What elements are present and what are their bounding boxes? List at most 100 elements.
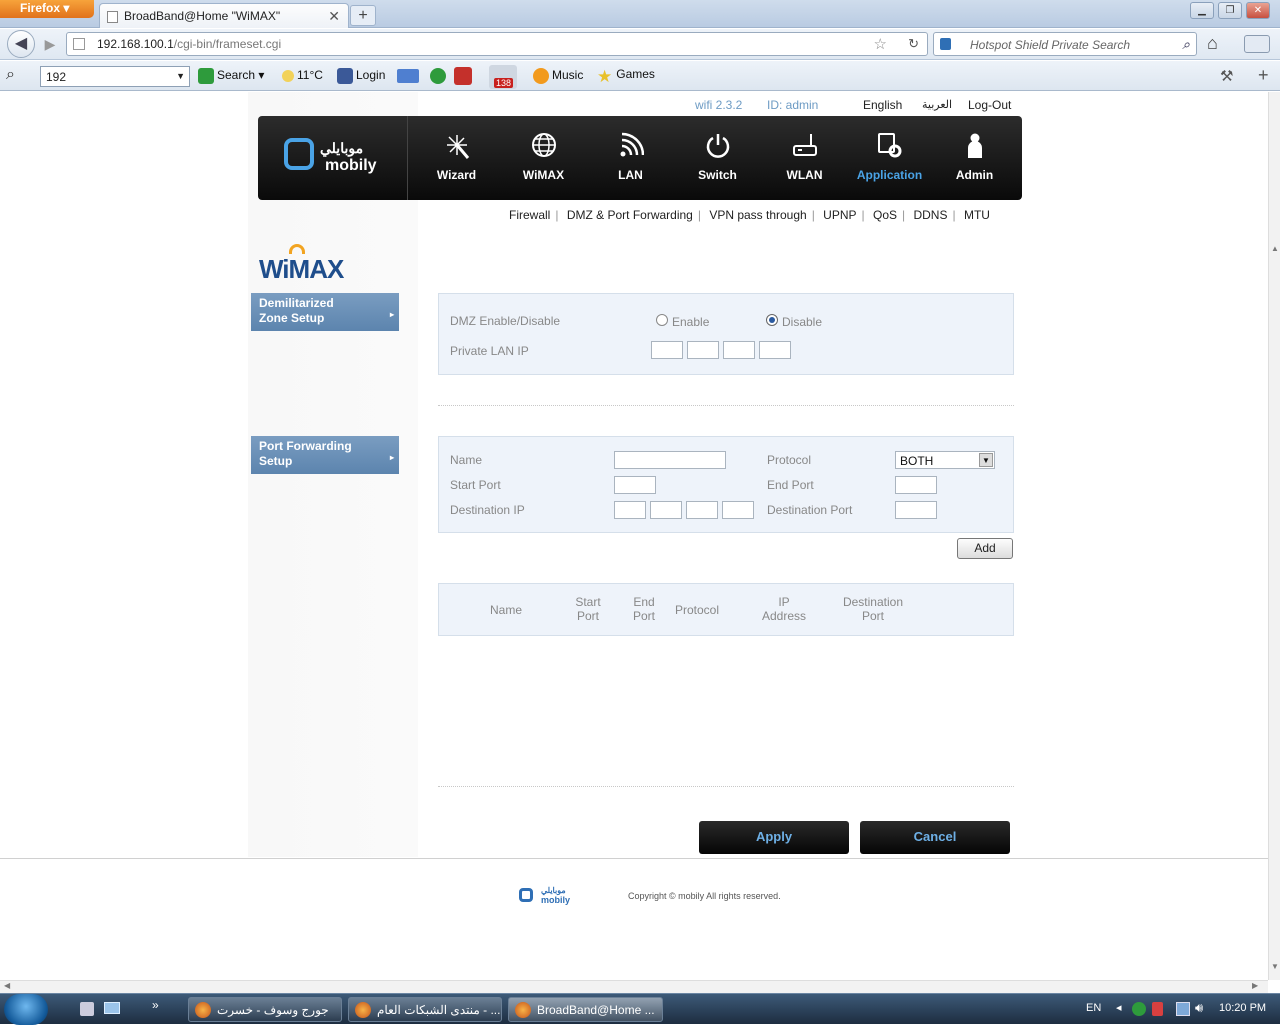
apply-button[interactable]: Apply <box>699 821 849 854</box>
scroll-down-icon[interactable]: ▼ <box>1271 962 1279 971</box>
taskbar-item-2-label: منتدى الشبكات العام - ... <box>377 1003 501 1017</box>
network-tray-icon[interactable] <box>1176 1002 1190 1016</box>
dmz-enable-radio[interactable] <box>656 314 668 326</box>
add-toolbar-icon[interactable]: + <box>1258 65 1269 86</box>
search-bar[interactable]: Hotspot Shield Private Search ⌕ <box>933 32 1197 56</box>
subnav-vpn-pass-through[interactable]: VPN pass through <box>704 208 811 222</box>
chevron-down-icon[interactable]: ▼ <box>979 453 993 467</box>
taskbar-item-3[interactable]: BroadBand@Home ... <box>508 997 663 1022</box>
close-tab-icon[interactable]: ✕ <box>328 8 340 25</box>
footer-divider <box>0 858 1268 859</box>
utorrent-icon[interactable] <box>430 68 446 84</box>
music-button[interactable]: Music <box>533 68 583 84</box>
pf-dest-ip-octet-3[interactable] <box>686 501 718 519</box>
pf-name-input[interactable] <box>614 451 726 469</box>
nav-wimax[interactable]: WiMAX <box>500 116 587 200</box>
pf-end-port-input[interactable] <box>895 476 937 494</box>
subnav-firewall[interactable]: Firewall <box>504 208 555 222</box>
bookmark-star-icon[interactable]: ☆ <box>874 35 887 53</box>
pf-dest-port-input[interactable] <box>895 501 937 519</box>
volume-icon[interactable]: 🔊︎ <box>1195 1000 1203 1016</box>
home-icon[interactable]: ⌂ <box>1207 33 1218 54</box>
browser-tab[interactable]: BroadBand@Home "WiMAX" ✕ <box>99 3 349 28</box>
new-tab-button[interactable]: + <box>350 5 376 26</box>
sidebar-item-dmz[interactable]: Demilitarized Zone Setup ▸ <box>251 293 399 331</box>
search-icon[interactable]: ⌕ <box>1182 36 1190 53</box>
logout-link[interactable]: Log-Out <box>968 98 1011 112</box>
star-icon: ★ <box>597 67 613 86</box>
restore-icon[interactable]: ❐ <box>1218 2 1242 19</box>
scroll-up-icon[interactable]: ▲ <box>1271 244 1279 253</box>
private-ip-octet-1[interactable] <box>651 341 683 359</box>
private-ip-octet-4[interactable] <box>759 341 791 359</box>
subnav-upnp[interactable]: UPNP <box>818 208 861 222</box>
pf-name-label: Name <box>450 453 483 467</box>
english-link[interactable]: English <box>863 98 902 112</box>
firefox-icon <box>515 1002 531 1018</box>
youtube-icon[interactable] <box>454 67 472 85</box>
games-button[interactable]: ★ Games <box>597 67 655 86</box>
url-bar[interactable]: 192.168.100.1/cgi-bin/frameset.cgi ☆ ↻ <box>66 32 928 56</box>
pf-end-port-label: End Port <box>767 478 814 492</box>
subnav-mtu[interactable]: MTU <box>959 208 995 222</box>
nav-lan[interactable]: LAN <box>587 116 674 200</box>
sidebar-item-port-forwarding[interactable]: Port Forwarding Setup ▸ <box>251 436 399 474</box>
subnav-dmz-port-forwarding[interactable]: DMZ & Port Forwarding <box>562 208 698 222</box>
toolbar-search-input[interactable]: 192 ▼ <box>40 66 190 87</box>
facebook-login-button[interactable]: Login <box>337 68 385 84</box>
taskbar-item-2[interactable]: منتدى الشبكات العام - ... <box>348 997 502 1022</box>
private-ip-octet-2[interactable] <box>687 341 719 359</box>
close-window-icon[interactable]: ✕ <box>1246 2 1270 19</box>
pf-dest-ip-octet-4[interactable] <box>722 501 754 519</box>
radio-selected-dot <box>769 317 775 323</box>
vertical-scrollbar[interactable]: ▲ ▼ <box>1268 92 1280 980</box>
nav-admin[interactable]: Admin <box>931 116 1018 200</box>
language-indicator[interactable]: EN <box>1086 1002 1101 1014</box>
shield-tray-icon[interactable] <box>1152 1002 1163 1016</box>
pf-start-port-input[interactable] <box>614 476 656 494</box>
forward-arrow-icon[interactable]: ▶ <box>38 33 62 57</box>
nav-switch[interactable]: Switch <box>674 116 761 200</box>
nav-application[interactable]: Application <box>846 116 933 200</box>
magnifier-icon[interactable]: ⌕ <box>6 66 15 84</box>
chevron-left-icon[interactable]: ◂ <box>1116 1001 1122 1014</box>
toolbar-search-button[interactable]: Search ▾ <box>198 68 264 84</box>
app-gear-icon <box>878 133 902 158</box>
weather-widget[interactable]: 11°C <box>282 68 323 82</box>
dmz-panel: DMZ Enable/Disable Enable Disable Privat… <box>438 293 1014 375</box>
utorrent-tray-icon[interactable] <box>1132 1002 1146 1016</box>
wrench-icon[interactable]: ⚒ <box>1220 67 1233 85</box>
dmz-disable-radio[interactable] <box>766 314 778 326</box>
back-arrow-icon[interactable]: ◀ <box>7 30 35 58</box>
arabic-link[interactable]: العربية <box>922 98 952 111</box>
mail-icon[interactable] <box>397 69 419 83</box>
private-ip-octet-3[interactable] <box>723 341 755 359</box>
bookmarks-menu-icon[interactable] <box>1244 35 1270 53</box>
firefox-menu-button[interactable]: Firefox ▾ <box>0 0 94 18</box>
minimize-icon[interactable]: ▁ <box>1190 2 1214 19</box>
pf-protocol-select[interactable]: BOTH ▼ <box>895 451 995 469</box>
nav-wizard[interactable]: Wizard <box>413 116 500 200</box>
subnav-qos[interactable]: QoS <box>868 208 902 222</box>
cancel-button[interactable]: Cancel <box>860 821 1010 854</box>
chevron-down-icon[interactable]: ▼ <box>176 71 185 81</box>
quicklaunch-explorer-icon[interactable] <box>80 1002 94 1016</box>
show-desktop-icon[interactable] <box>104 1002 120 1014</box>
pf-dest-ip-octet-1[interactable] <box>614 501 646 519</box>
reload-icon[interactable]: ↻ <box>908 36 919 52</box>
subnav-ddns[interactable]: DDNS <box>908 208 952 222</box>
facebook-icon <box>337 68 353 84</box>
start-button[interactable] <box>4 994 48 1025</box>
nav-wlan[interactable]: WLAN <box>761 116 848 200</box>
clock[interactable]: 10:20 PM <box>1219 1002 1266 1014</box>
scroll-left-icon[interactable]: ◀ <box>4 981 10 990</box>
scroll-right-icon[interactable]: ▶ <box>1252 981 1258 990</box>
add-button[interactable]: Add <box>957 538 1013 559</box>
url-host: 192.168.100.1 <box>97 37 174 51</box>
site-identity-icon[interactable] <box>73 38 85 50</box>
pf-dest-ip-octet-2[interactable] <box>650 501 682 519</box>
horizontal-scrollbar[interactable]: ◀ ▶ <box>0 980 1268 993</box>
taskbar-item-1[interactable]: جورج وسوف - خسرت ... <box>188 997 342 1031</box>
quicklaunch-overflow-icon[interactable]: » <box>152 998 159 1012</box>
calendar-icon[interactable]: 138 <box>489 65 517 89</box>
